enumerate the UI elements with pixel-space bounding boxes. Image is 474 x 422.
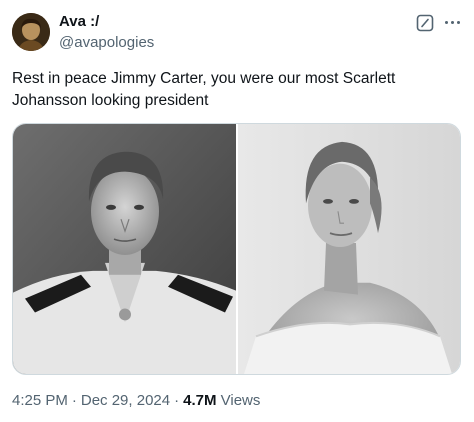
photo-right[interactable] xyxy=(238,124,460,374)
tweet-text: Rest in peace Jimmy Carter, you were our… xyxy=(12,70,396,109)
timestamp-time[interactable]: 4:25 PM xyxy=(12,392,68,409)
user-handle[interactable]: @avapologies xyxy=(59,34,154,51)
avatar[interactable] xyxy=(12,13,50,51)
timestamp-date[interactable]: Dec 29, 2024 xyxy=(81,392,170,409)
display-name[interactable]: Ava :/ xyxy=(59,13,99,30)
avatar-image xyxy=(12,13,50,51)
photo-left[interactable] xyxy=(13,124,236,374)
media-grid xyxy=(12,123,461,375)
tweet: Ava :/ @avapologies Rest in peace Jimmy … xyxy=(0,0,474,422)
view-count: 4.7M xyxy=(183,392,217,409)
views-label: Views xyxy=(220,392,261,409)
meta-separator: · xyxy=(71,392,77,409)
grok-icon[interactable] xyxy=(416,14,434,32)
meta-separator-2: · xyxy=(174,392,180,409)
more-options-icon[interactable] xyxy=(441,13,463,31)
tweet-meta: 4:25 PM · Dec 29, 2024 · 4.7M Views xyxy=(12,392,260,409)
